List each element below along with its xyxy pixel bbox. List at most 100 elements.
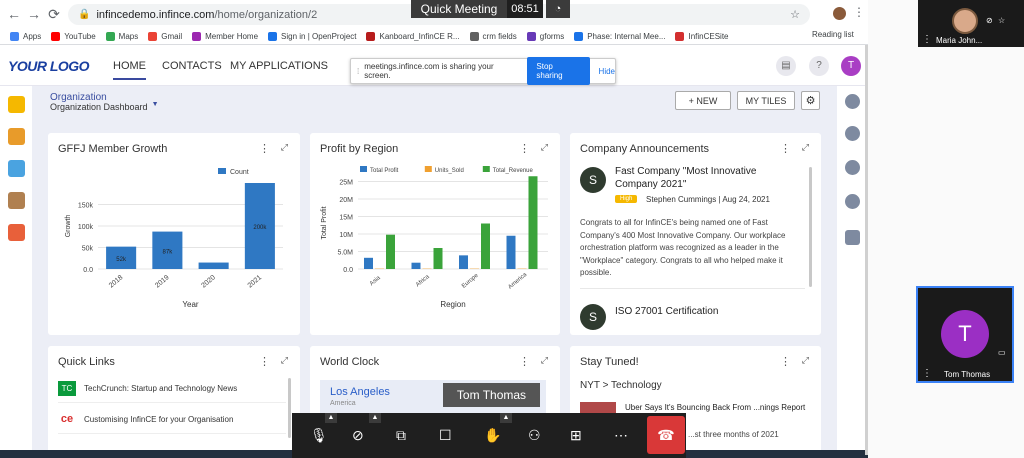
bookmark-item[interactable]: crm fields [469,31,517,41]
help-icon[interactable]: ? [809,56,829,76]
chat-icon[interactable]: ☐ [439,427,452,444]
quick-link-item[interactable]: TC TechCrunch: Startup and Technology Ne… [58,375,286,403]
bookmark-item[interactable]: InfinCESite [675,31,729,41]
bar [198,262,229,269]
nav-my-applications[interactable]: MY APPLICATIONS [230,60,328,72]
legend-swatch [482,166,490,172]
bar [433,248,443,269]
bookmark-item[interactable]: Phase: Internal Mee... [574,31,665,41]
bookmark-item[interactable]: Gmail [148,31,182,41]
meeting-stats-icon[interactable]: ◔ [546,0,570,18]
expand-icon[interactable]: ⤢ [802,355,809,366]
menu-dots-icon[interactable]: ⋮ [853,5,865,19]
expand-icon[interactable]: ⤢ [802,142,809,153]
raise-hand-icon[interactable]: ✋ [484,427,501,444]
announcement-headline[interactable]: Fast Company "Most Innovative Company 20… [615,165,795,191]
profile-icon[interactable] [833,7,846,20]
camera-options-chevron-icon[interactable]: ▲ [369,413,381,423]
bookmark-item[interactable]: Kanboard_InfinCE R... [366,31,460,41]
left-app-bar [0,86,32,458]
mic-options-chevron-icon[interactable]: ▲ [325,413,337,423]
card-menu-icon[interactable]: ⋮ [259,142,270,155]
scrollbar[interactable] [809,167,812,287]
x-tick-label: 2019 [154,274,171,289]
participants-icon[interactable]: ⚇ [528,427,541,444]
reload-icon[interactable]: ⟳ [44,6,64,23]
bookmark-item[interactable]: YouTube [51,31,96,41]
card-member-growth: GFFJ Member Growth ⋮ ⤢ 0.0 50k 100k 150k Cou… [48,133,300,335]
expand-icon[interactable]: ⤢ [281,355,288,366]
group-icon[interactable] [845,160,860,175]
card-title: World Clock [320,356,380,368]
notes-icon[interactable] [8,192,25,209]
app-tile-icon-2[interactable] [8,128,25,145]
card-title: Quick Links [58,356,115,368]
tile-menu-icon[interactable]: ⋮ [922,368,932,379]
meeting-controls: 🎙 ⊘ ⧉ ☐ ✋ ⚇ ⊞ ⋯ [292,413,686,458]
stop-sharing-button[interactable]: Stop sharing [527,57,590,85]
bookmark-item[interactable]: Member Home [192,31,258,41]
bar [481,223,490,269]
nav-home[interactable]: HOME [113,60,146,80]
bookmark-item[interactable]: Apps [10,31,41,41]
new-button[interactable]: + NEW [675,91,731,110]
user-avatar[interactable]: T [841,56,861,76]
announcement-headline[interactable]: ISO 27001 Certification [615,306,718,317]
app-tile-icon-1[interactable] [8,96,25,113]
bookmark-icon [366,31,376,41]
reading-list[interactable]: Reading list [812,30,854,39]
screen-share-banner: ⁞ meetings.infince.com is sharing your s… [350,57,616,85]
bookmark-item[interactable]: Sign in | OpenProject [268,31,356,41]
bookmark-item[interactable]: Maps [105,31,139,41]
chat-icon[interactable] [845,94,860,109]
forward-icon[interactable]: → [24,6,44,22]
bookmark-item[interactable]: gforms [526,31,564,41]
camera-off-icon[interactable]: ⊘ [352,427,364,444]
quick-link-item[interactable]: ce Customising InfinCE for your Organisa… [58,406,286,434]
scrollbar[interactable] [288,378,291,438]
hide-button[interactable]: Hide [599,67,615,76]
bookmark-icon [675,31,685,41]
hangup-button[interactable]: ☎ [647,416,685,454]
y-tick-label: 100k [78,224,94,231]
legend-swatch [360,166,367,172]
back-icon[interactable]: ← [4,6,24,22]
phone-icon[interactable] [845,194,860,209]
expand-icon[interactable]: ⤢ [281,142,288,153]
star-icon[interactable]: ☆ [998,16,1005,25]
calendar-icon[interactable] [8,160,25,177]
tile-menu-icon[interactable]: ⋮ [922,34,932,45]
tile-view-icon[interactable]: ⊞ [570,427,582,444]
microphone-icon[interactable]: 🎙 [310,427,328,444]
calendar-check-icon[interactable] [845,230,860,245]
hand-options-chevron-icon[interactable]: ▲ [500,413,512,423]
app-tile-icon-5[interactable] [8,224,25,241]
y-axis-label: Growth [65,215,72,238]
card-menu-icon[interactable]: ⋮ [519,142,530,155]
my-tiles-button[interactable]: MY TILES [737,91,795,110]
chevron-down-icon[interactable]: ▼ [152,101,159,108]
expand-icon[interactable]: ⤢ [541,142,548,153]
feed-title[interactable]: NYT > Technology [580,380,662,391]
priority-badge: High [615,195,638,203]
card-menu-icon[interactable]: ⋮ [780,355,791,368]
card-menu-icon[interactable]: ⋮ [780,142,791,155]
participant-tile-active[interactable]: T ▭ ⋮ Tom Thomas [916,286,1014,383]
breadcrumb-dashboard[interactable]: Organization Dashboard ▼ [50,101,159,112]
card-menu-icon[interactable]: ⋮ [519,355,530,368]
star-icon[interactable]: ☆ [790,8,800,21]
expand-icon[interactable]: ⤢ [541,355,548,366]
tasks-icon[interactable]: ▤ [776,56,796,76]
app-logo[interactable]: YOUR LOGO [8,58,90,74]
screen-share-icon[interactable]: ⧉ [396,427,406,444]
profit-region-chart: 0.0 5.0M 10M 15M 20M 25M Total Profit Units_Sol… [321,166,548,309]
more-icon[interactable]: ⋯ [614,427,628,444]
y-tick-label: 15M [339,215,353,222]
participant-tile[interactable]: ⋮ Maria John... ⊘ ☆ [918,0,1024,47]
person-icon[interactable] [845,126,860,141]
nav-contacts[interactable]: CONTACTS [162,60,222,72]
card-menu-icon[interactable]: ⋮ [259,355,270,368]
settings-gear-icon[interactable]: ⚙ [801,91,820,110]
x-tick-label: Africa [415,274,431,289]
bookmark-label: Maps [118,31,139,41]
